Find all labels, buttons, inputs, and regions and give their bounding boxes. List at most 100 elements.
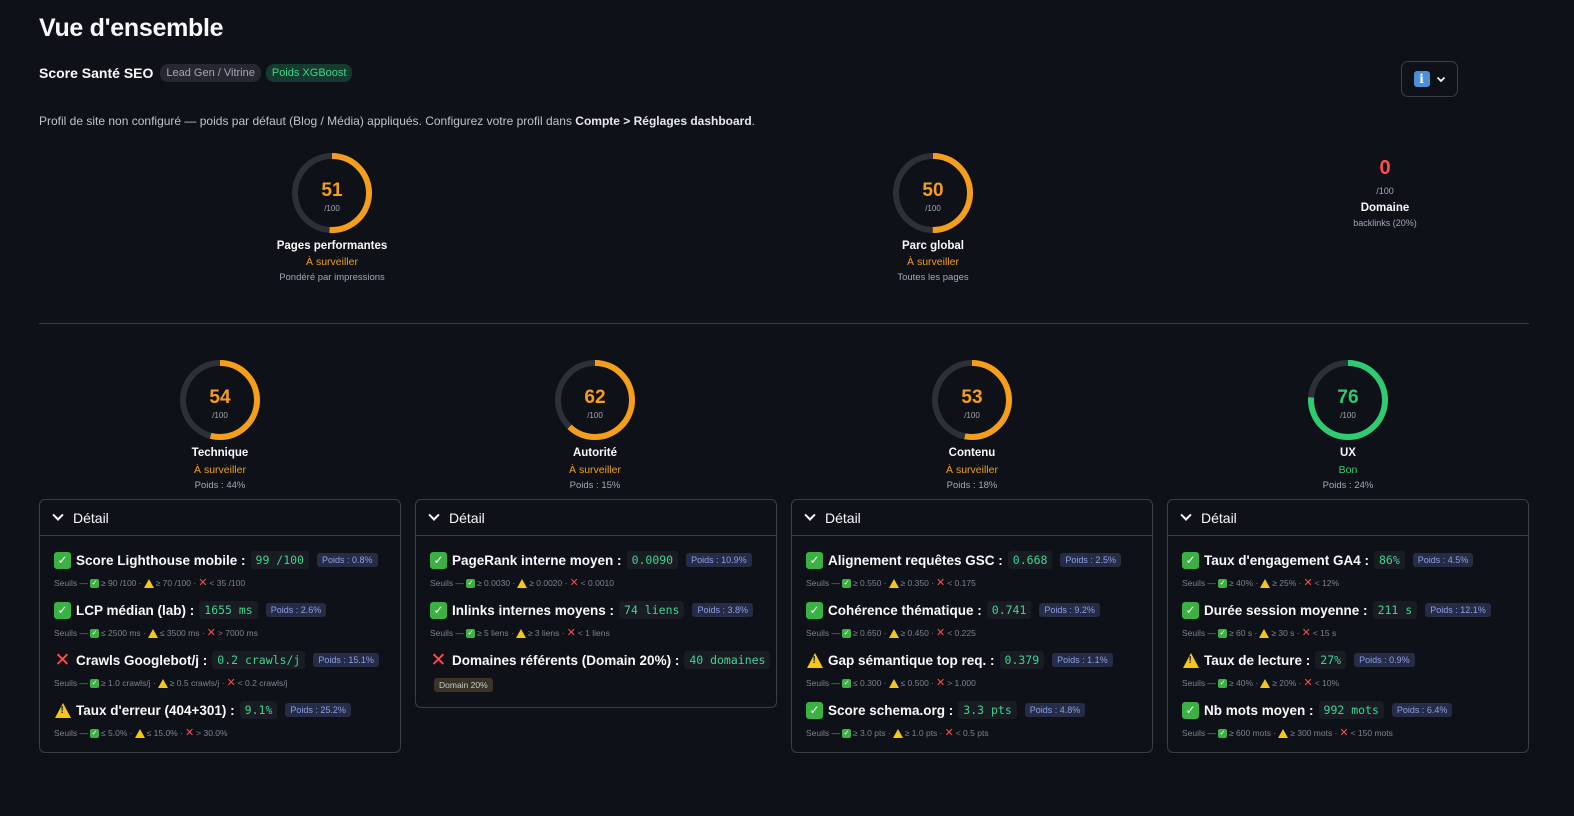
ux-gauge-denominator: /100 [1340, 411, 1356, 420]
contenu-gauge-denominator: /100 [964, 411, 980, 420]
warning-icon [1260, 678, 1271, 688]
metric-line: ✓ Cohérence thématique :0.741 Poids : 9.2% [806, 601, 1138, 619]
check-icon: ✓ [54, 601, 71, 619]
metric-line: Taux de lecture :27% Poids : 0.9% [1182, 651, 1514, 669]
threshold-warn: ≥ 3 liens · [527, 628, 565, 638]
warning-icon [515, 628, 526, 638]
metric-weight-badge: Poids : 4.5% [1412, 553, 1474, 567]
metric-name: Gap sémantique top req. : [828, 652, 995, 668]
cross-icon: ✕ [1301, 626, 1311, 639]
threshold-bad: < 15 s [1312, 628, 1337, 638]
check-icon: ✓ [430, 551, 447, 569]
contenu-gauge-label: Contenu [948, 447, 996, 459]
warning-icon [54, 702, 71, 719]
metric-weight-badge: Poids : 4.8% [1024, 703, 1086, 717]
domain-score: 0 /100 Domaine backlinks (20%) [1295, 157, 1475, 228]
score-header: Score Santé SEO Lead Gen / Vitrine Poids… [39, 64, 353, 82]
pages-performantes-gauge-denominator: /100 [324, 204, 340, 213]
metric-line: Gap sémantique top req. :0.379 Poids : 1.… [806, 651, 1138, 669]
detail-expander[interactable]: Détail [416, 500, 776, 536]
check-icon: ✓ [1218, 578, 1228, 588]
threshold-prefix: Seuils — [806, 628, 841, 638]
metric-item: Gap sémantique top req. :0.379 Poids : 1.… [806, 651, 1138, 688]
metric-value: 9.1% [239, 701, 278, 719]
metric-line: ✓ PageRank interne moyen :0.0090 Poids : 1… [430, 551, 762, 569]
threshold-bad: < 0.175 [947, 578, 976, 588]
detail-expander[interactable]: Détail [792, 500, 1152, 536]
chevron-down-icon [428, 509, 440, 521]
metric-line: ✓ LCP médian (lab) :1655 ms Poids : 2.6% [54, 601, 386, 619]
threshold-prefix: Seuils — [806, 578, 841, 588]
check-icon: ✓ [90, 628, 100, 638]
check-icon: ✓ [466, 578, 476, 588]
technique-gauge-value: 54 [209, 387, 231, 408]
info-popover-button[interactable]: i [1401, 61, 1458, 97]
threshold-good: ≤ 2500 ms · [101, 628, 146, 638]
metric-thresholds: Seuils — ✓ ≥ 60 s · ≥ 30 s · ✕ < 15 s [1182, 626, 1514, 639]
autorite-gauge-denominator: /100 [587, 411, 603, 420]
metric-value: 74 liens [619, 601, 685, 619]
autorite-gauge-label: Autorité [572, 447, 618, 459]
technique-gauge-label: Technique [191, 447, 249, 459]
metric-value: 0.741 [986, 601, 1032, 619]
detail-expander[interactable]: Détail [40, 500, 400, 536]
warning-icon [1259, 628, 1270, 638]
profile-notice: Profil de site non configuré — poids par… [39, 114, 755, 128]
check-icon: ✓ [430, 601, 447, 619]
ux-gauge-label: UX [1340, 447, 1356, 459]
technique-gauge-status: À surveiller [194, 464, 246, 476]
technique-gauge-denominator: /100 [212, 411, 228, 420]
threshold-good: ≤ 5.0% · [101, 728, 133, 738]
metric-value: 40 domaines [684, 651, 771, 669]
metric-line: Taux d'erreur (404+301) :9.1% Poids : 25.… [54, 701, 386, 719]
cross-icon: ✕ [936, 576, 946, 589]
metric-name: Durée session moyenne : [1204, 602, 1368, 618]
page-title: Vue d'ensemble [39, 14, 224, 42]
warning-icon [1260, 578, 1271, 588]
threshold-good: ≥ 60 s · [1229, 628, 1258, 638]
metric-weight-badge: Poids : 10.9% [686, 553, 752, 567]
domain-label: Domaine [1360, 202, 1410, 214]
threshold-bad: < 10% [1314, 678, 1340, 688]
parc-global-gauge-label: Parc global [902, 240, 964, 252]
threshold-warn: ≥ 30 s · [1271, 628, 1300, 638]
metric-weight-badge: Poids : 0.9% [1354, 653, 1415, 667]
metric-name: Nb mots moyen : [1204, 702, 1314, 718]
metric-line: ✓ Score Lighthouse mobile :99 /100 Poids :… [54, 551, 386, 569]
detail-title: Détail [73, 509, 109, 526]
autorite-gauge-sub: Poids : 15% [569, 480, 621, 491]
ux-gauge-sub: Poids : 24% [1322, 480, 1374, 491]
metric-name: Cohérence thématique : [828, 602, 982, 618]
cross-icon: ✕ [184, 726, 195, 739]
warning-icon [1278, 728, 1289, 738]
autorite-gauge: 62/100 Autorité À surveiller Poids : 15% [485, 356, 705, 491]
threshold-warn: ≥ 20% · [1272, 678, 1302, 688]
threshold-good: ≥ 0.550 · [853, 578, 887, 588]
detail-body: ✓ PageRank interne moyen :0.0090 Poids : 1… [416, 536, 776, 707]
cross-icon: ✕ [569, 576, 579, 589]
chevron-down-icon [804, 509, 816, 521]
metric-weight-badge: Poids : 3.8% [692, 603, 753, 617]
warning-icon [134, 728, 145, 738]
parc-global-gauge-sub: Toutes les pages [897, 272, 969, 283]
metric-name: Taux de lecture : [1204, 652, 1311, 668]
cross-icon: ✕ [1303, 676, 1313, 689]
contenu-gauge-ring: 53/100 [932, 360, 1012, 440]
threshold-good: ≥ 40% · [1229, 678, 1259, 688]
metric-line: ✓ Alignement requêtes GSC :0.668 Poids : 2… [806, 551, 1138, 569]
warning-icon [147, 628, 158, 638]
metric-thresholds: Seuils — ✓ ≤ 2500 ms · ≤ 3500 ms · ✕ > 7000 m… [54, 627, 386, 638]
threshold-bad: < 0.225 [947, 628, 976, 638]
metric-name: Inlinks internes moyens : [452, 602, 615, 618]
metric-name: Alignement requêtes GSC : [828, 552, 1003, 568]
domain-sub: backlinks (20%) [1353, 218, 1417, 228]
threshold-bad: < 1 liens [577, 628, 610, 638]
metric-line: ✓ Nb mots moyen :992 mots Poids : 6.4% [1182, 701, 1514, 719]
detail-expander[interactable]: Détail [1168, 500, 1528, 536]
metric-item: ✓ Cohérence thématique :0.741 Poids : 9.2%… [806, 601, 1138, 638]
pages-performantes-gauge-status: À surveiller [306, 256, 358, 268]
metric-value: 211 s [1372, 601, 1418, 619]
check-icon: ✓ [54, 551, 71, 569]
contenu-gauge-value: 53 [961, 387, 982, 408]
metric-weight-badge: Poids : 9.2% [1039, 603, 1100, 617]
